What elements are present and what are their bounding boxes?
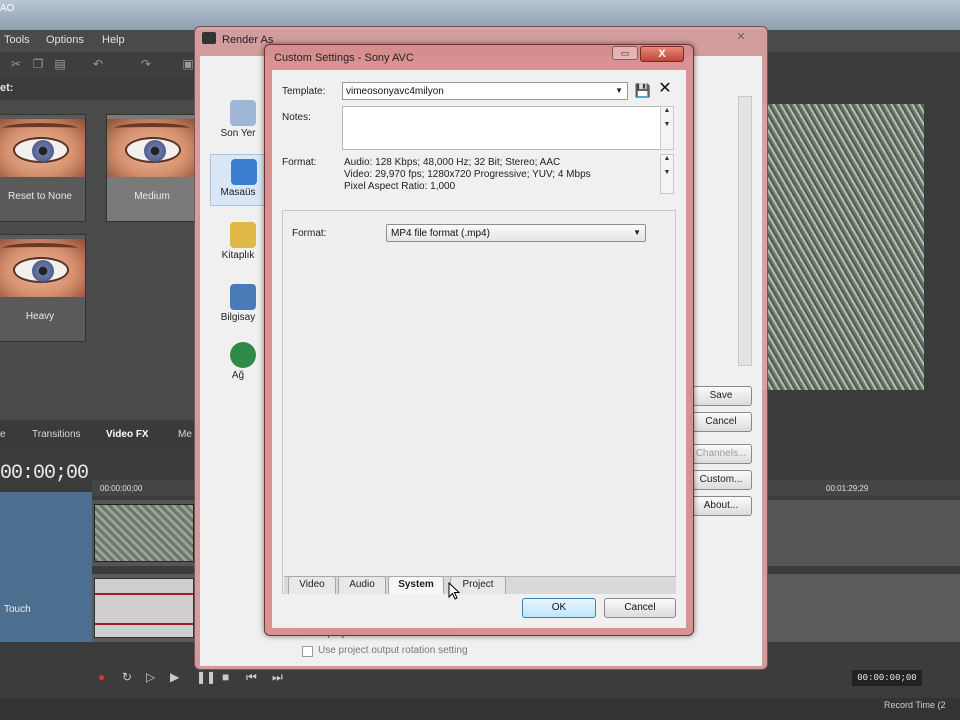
- network-icon: [230, 342, 256, 368]
- go-to-end-icon[interactable]: ⏭: [272, 670, 283, 685]
- preset-medium[interactable]: Medium: [106, 114, 198, 222]
- paste-icon[interactable]: ▤: [52, 57, 68, 71]
- rotation-setting-label: Use project output rotation setting: [318, 645, 468, 656]
- loop-icon[interactable]: ↻: [122, 670, 132, 684]
- tab-media-generators[interactable]: Me: [178, 429, 192, 440]
- desktop-icon: [231, 159, 257, 185]
- close-button[interactable]: X: [640, 46, 684, 62]
- redo-icon[interactable]: ↷: [138, 57, 154, 71]
- editor-toolbar: ✂ ❐ ▤ ↶ ↷ ▣: [0, 52, 200, 78]
- cut-icon[interactable]: ✂: [8, 57, 24, 71]
- preset-heavy[interactable]: Heavy: [0, 234, 86, 342]
- tab-transitions[interactable]: Transitions: [32, 429, 81, 440]
- tab-explorer[interactable]: e: [0, 429, 6, 440]
- ruler-end-label: 00:01:29;29: [826, 484, 869, 493]
- recent-places-icon: [230, 100, 256, 126]
- tab-audio[interactable]: Audio: [338, 576, 386, 594]
- system-tab-panel: [282, 210, 676, 594]
- save-button[interactable]: Save: [690, 386, 752, 406]
- transport-timecode: 00:00:00;00: [852, 670, 922, 686]
- nav-computer[interactable]: Bilgisay: [210, 280, 266, 332]
- template-dropdown[interactable]: vimeosonyavc4milyon ▼: [342, 82, 628, 100]
- list-scrollbar[interactable]: [738, 96, 752, 366]
- ruler-start-label: 00:00:00;00: [100, 484, 143, 493]
- panel-format-label: Format:: [292, 228, 327, 239]
- delete-template-icon[interactable]: ✕: [656, 80, 674, 98]
- format-description: Audio: 128 Kbps; 48,000 Hz; 32 Bit; Ster…: [344, 157, 654, 193]
- nav-libraries[interactable]: Kitaplık: [210, 218, 266, 270]
- nav-network[interactable]: Ağ: [210, 338, 266, 390]
- eye-thumbnail: [0, 119, 85, 177]
- cancel-button[interactable]: Cancel: [690, 412, 752, 432]
- format-label: Format:: [282, 157, 317, 168]
- file-format-dropdown[interactable]: MP4 file format (.mp4) ▼: [386, 224, 646, 242]
- menu-options[interactable]: Options: [46, 34, 84, 46]
- chevron-down-icon: ▼: [633, 228, 641, 237]
- save-template-icon[interactable]: 💾: [634, 82, 652, 100]
- about-button[interactable]: About...: [690, 496, 752, 516]
- pause-icon[interactable]: ❚❚: [196, 670, 216, 684]
- notes-textarea[interactable]: [342, 106, 662, 150]
- eye-thumbnail: [0, 239, 85, 297]
- mouse-cursor-icon: [448, 582, 460, 600]
- app-icon: [202, 32, 216, 44]
- menu-help[interactable]: Help: [102, 34, 125, 46]
- play-icon[interactable]: ▶: [170, 670, 179, 684]
- libraries-icon: [230, 222, 256, 248]
- close-icon[interactable]: ✕: [730, 30, 752, 44]
- cancel-button[interactable]: Cancel: [604, 598, 676, 618]
- format-par-line: Pixel Aspect Ratio: 1,000: [344, 181, 456, 192]
- nav-desktop[interactable]: Masaüs: [210, 154, 266, 206]
- bottom-tabs: e Transitions Video FX Me: [0, 426, 200, 444]
- preset-reset-to-none[interactable]: Reset to None: [0, 114, 86, 222]
- record-icon[interactable]: ●: [98, 670, 105, 684]
- computer-icon: [230, 284, 256, 310]
- tab-video-fx[interactable]: Video FX: [106, 429, 149, 440]
- channels-button[interactable]: Channels...: [690, 444, 752, 464]
- notes-label: Notes:: [282, 112, 311, 123]
- template-label: Template:: [282, 86, 326, 97]
- customize-template-button[interactable]: Custom...: [690, 470, 752, 490]
- record-time-label: Record Time (2: [884, 700, 946, 710]
- copy-icon[interactable]: ❐: [30, 57, 46, 71]
- play-from-start-icon[interactable]: ▷: [146, 670, 155, 684]
- chevron-down-icon: ▼: [615, 86, 623, 95]
- template-value: vimeosonyavc4milyon: [346, 86, 444, 97]
- format-video-line: Video: 29,970 fps; 1280x720 Progressive;…: [344, 169, 591, 180]
- menu-tools[interactable]: Tools: [4, 34, 30, 46]
- format-audio-line: Audio: 128 Kbps; 48,000 Hz; 32 Bit; Ster…: [344, 157, 561, 168]
- notes-scrollbar[interactable]: ▲ ▼: [660, 106, 674, 150]
- checkbox-box[interactable]: [302, 646, 313, 657]
- status-bar: [0, 698, 960, 720]
- minimize-button[interactable]: ▭: [612, 46, 638, 60]
- video-fx-panel: Reset to None Medium Heavy: [0, 100, 200, 420]
- automation-mode-label[interactable]: Touch: [4, 604, 31, 615]
- ok-button[interactable]: OK: [522, 598, 596, 618]
- audio-clip[interactable]: [94, 578, 194, 638]
- go-to-start-icon[interactable]: ⏮: [246, 670, 257, 685]
- video-clip[interactable]: [94, 504, 194, 562]
- stop-icon[interactable]: ■: [222, 670, 229, 684]
- format-scrollbar[interactable]: ▲ ▼: [660, 154, 674, 194]
- nav-recent-places[interactable]: Son Yer: [210, 96, 266, 148]
- tab-video[interactable]: Video: [288, 576, 336, 594]
- tab-system[interactable]: System: [388, 576, 444, 594]
- video-preview: [762, 104, 924, 390]
- file-format-value: MP4 file format (.mp4): [391, 228, 490, 239]
- eye-thumbnail: [107, 119, 197, 177]
- track-headers: Touch: [0, 492, 92, 642]
- timeline-timecode: 00:00;00: [0, 462, 89, 485]
- undo-icon[interactable]: ↶: [90, 57, 106, 71]
- preset-label: et:: [0, 82, 14, 94]
- rotation-setting-checkbox[interactable]: Use project output rotation setting: [302, 644, 682, 660]
- editor-title: AO: [0, 3, 15, 14]
- custom-settings-title: Custom Settings - Sony AVC: [274, 52, 414, 64]
